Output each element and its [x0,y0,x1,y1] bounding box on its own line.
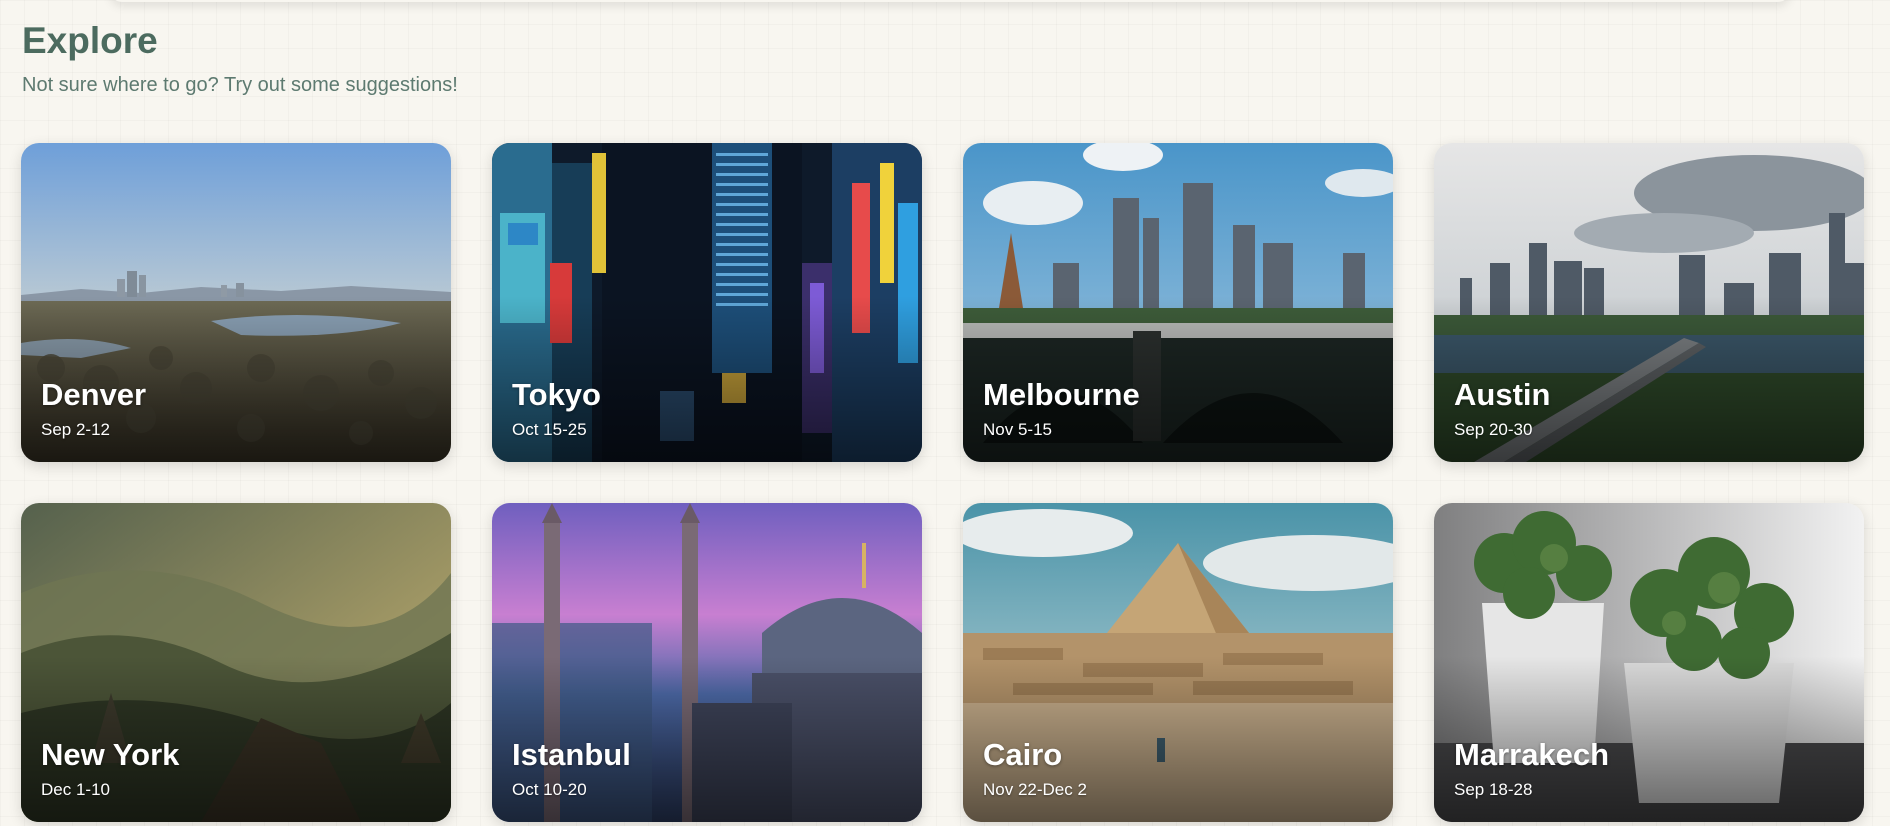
destination-dates: Oct 15-25 [512,420,587,439]
destination-card-tokyo[interactable]: Tokyo Oct 15-25 [492,143,922,462]
destination-card-new-york[interactable]: New York Dec 1-10 [21,503,451,822]
destination-name: Cairo [983,737,1063,772]
destination-dates: Nov 5-15 [983,420,1052,439]
page-title: Explore [22,20,158,61]
destination-dates: Sep 2-12 [41,420,110,439]
destination-name: Istanbul [512,737,631,772]
destination-name: Austin [1454,377,1551,412]
page-subtitle: Not sure where to go? Try out some sugge… [22,74,458,96]
explore-header: Explore Not sure where to go? Try out so… [22,20,458,97]
destination-name: Marrakech [1454,737,1610,772]
destination-card-melbourne[interactable]: Melbourne Nov 5-15 [963,143,1393,462]
destination-dates: Dec 1-10 [41,780,110,799]
destination-dates: Oct 10-20 [512,780,587,799]
destination-name: Tokyo [512,377,601,412]
destination-card-denver[interactable]: Denver Sep 2-12 [21,143,451,462]
destination-dates: Nov 22-Dec 2 [983,780,1087,799]
destination-card-cairo[interactable]: Cairo Nov 22-Dec 2 [963,503,1393,822]
destination-card-marrakech[interactable]: Marrakech Sep 18-28 [1434,503,1864,822]
top-toolbar-edge [110,0,1790,2]
destination-grid: Denver Sep 2-12 Tokyo Oct 15-25 Melbourn… [21,143,1864,822]
destination-name: Denver [41,377,147,412]
destination-card-austin[interactable]: Austin Sep 20-30 [1434,143,1864,462]
destination-dates: Sep 20-30 [1454,420,1533,439]
destination-dates: Sep 18-28 [1454,780,1533,799]
destination-name: Melbourne [983,377,1140,412]
destination-name: New York [41,737,180,772]
destination-card-istanbul[interactable]: Istanbul Oct 10-20 [492,503,922,822]
